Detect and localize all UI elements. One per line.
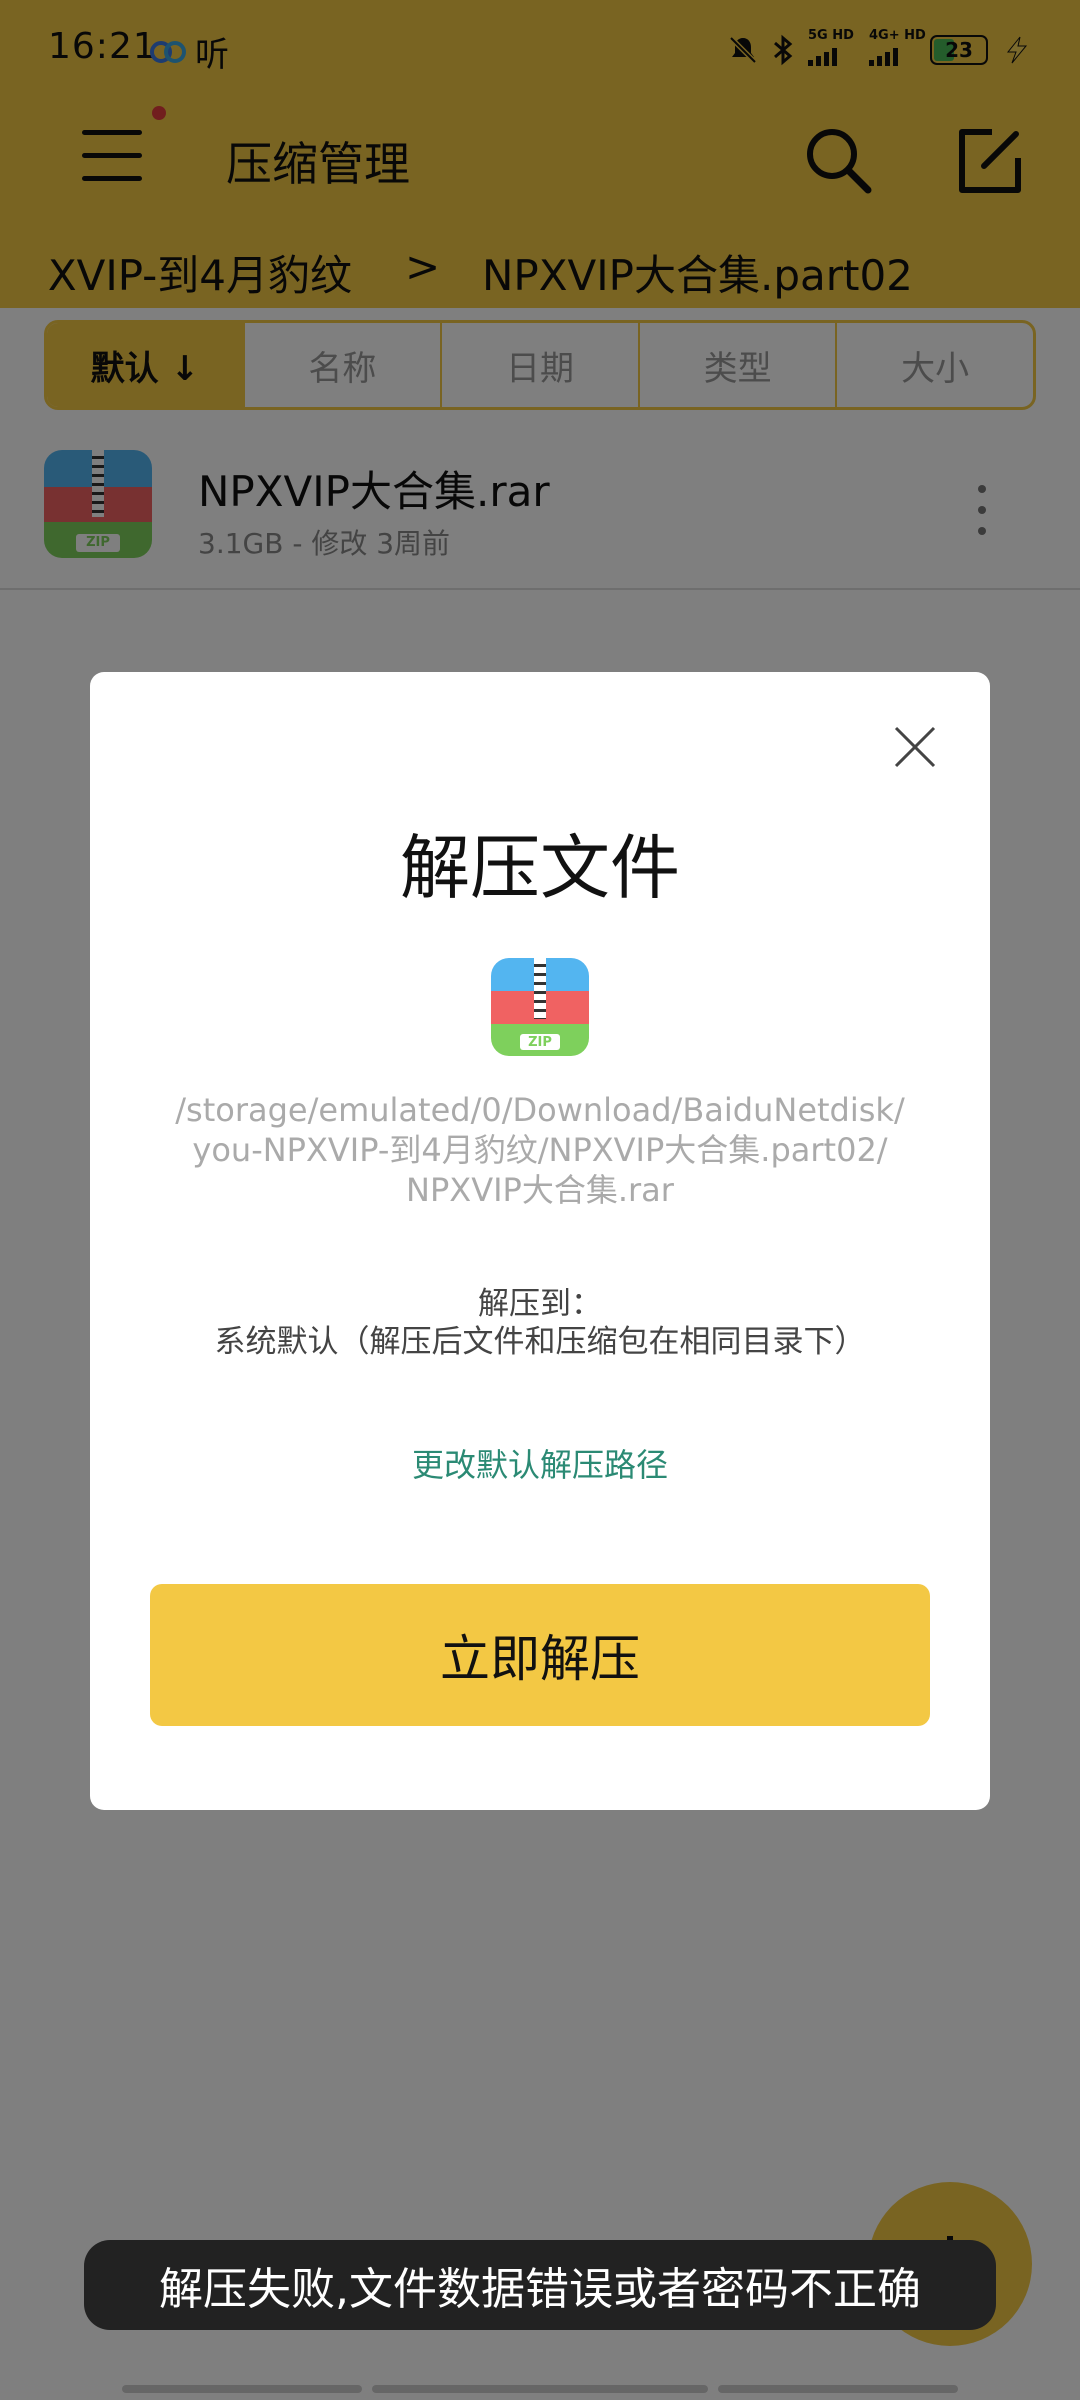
extract-now-button[interactable]: 立即解压 — [150, 1584, 930, 1726]
extract-target-label: 解压到： — [478, 1286, 602, 1322]
error-toast: 解压失败,文件数据错误或者密码不正确 — [84, 2240, 996, 2330]
extract-dialog: 解压文件 ZIP /storage/emulated/0/Download/Ba… — [90, 672, 990, 1810]
archive-path: /storage/emulated/0/Download/BaiduNetdis… — [150, 1090, 930, 1210]
close-icon[interactable] — [890, 722, 940, 772]
path-line: you-NPXVIP-到4月豹纹/NPXVIP大合集.part02/ — [192, 1131, 888, 1169]
path-line: NPXVIP大合集.rar — [406, 1171, 674, 1209]
path-line: /storage/emulated/0/Download/BaiduNetdis… — [175, 1091, 905, 1129]
zip-tag: ZIP — [520, 1034, 560, 1050]
dialog-title: 解压文件 — [400, 827, 680, 909]
change-path-link[interactable]: 更改默认解压路径 — [90, 1440, 990, 1486]
extract-target-value: 系统默认（解压后文件和压缩包在相同目录下） — [214, 1324, 866, 1360]
zip-file-icon: ZIP — [491, 958, 589, 1056]
